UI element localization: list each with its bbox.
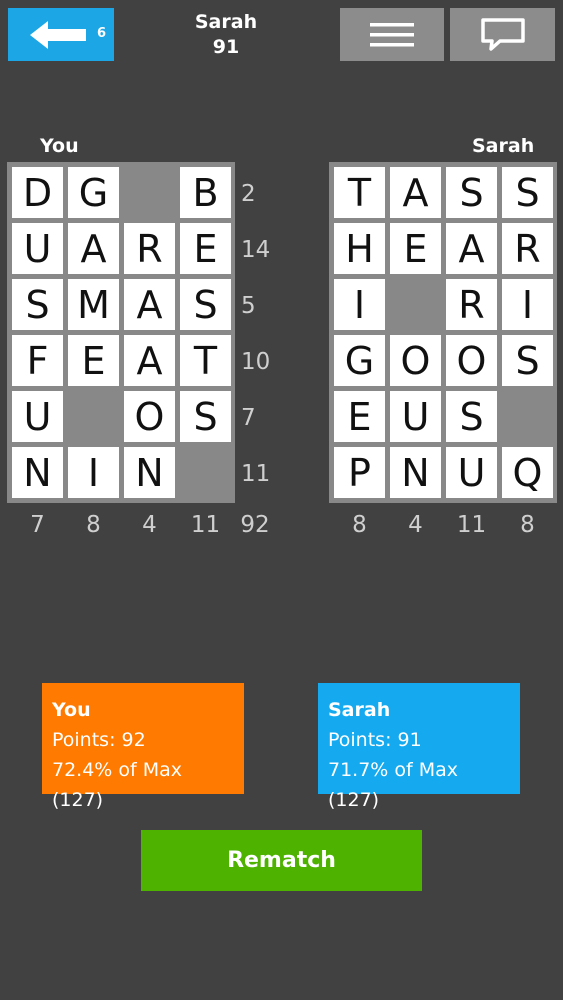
letter-tile: D xyxy=(12,167,63,218)
you-result-percent: 72.4% of Max (127) xyxy=(52,759,183,811)
empty-cell xyxy=(180,447,231,498)
arrow-left-icon xyxy=(30,20,86,49)
letter-tile: E xyxy=(334,391,385,442)
letter-tile: R xyxy=(446,279,497,330)
letter-tile: I xyxy=(334,279,385,330)
letter-tile: U xyxy=(446,447,497,498)
letter-tile: S xyxy=(12,279,63,330)
menu-button[interactable] xyxy=(340,8,444,61)
opponent-board-label: Sarah xyxy=(472,135,535,157)
letter-tile: A xyxy=(446,223,497,274)
letter-tile: T xyxy=(334,167,385,218)
chat-button[interactable] xyxy=(450,8,555,61)
letter-tile: E xyxy=(180,223,231,274)
back-badge: 6 xyxy=(96,26,106,41)
letter-tile: A xyxy=(124,335,175,386)
letter-tile: H xyxy=(334,223,385,274)
letter-tile: M xyxy=(68,279,119,330)
chat-bubble-icon xyxy=(480,17,525,51)
opponent-result-points: Points: 91 xyxy=(328,729,422,751)
row-score: 2 xyxy=(241,181,256,207)
opponent-result-percent: 71.7% of Max (127) xyxy=(328,759,459,811)
column-score: 7 xyxy=(30,512,45,538)
letter-tile: U xyxy=(12,223,63,274)
you-total-score: 92 xyxy=(240,512,270,538)
letter-tile: A xyxy=(390,167,441,218)
column-score: 8 xyxy=(520,512,535,538)
letter-tile: E xyxy=(390,223,441,274)
letter-tile: N xyxy=(124,447,175,498)
letter-tile: O xyxy=(390,335,441,386)
letter-tile: N xyxy=(390,447,441,498)
row-score: 10 xyxy=(241,349,271,375)
column-score: 8 xyxy=(352,512,367,538)
empty-cell xyxy=(124,167,175,218)
back-button[interactable]: 6 xyxy=(8,8,114,61)
letter-tile: G xyxy=(68,167,119,218)
you-result-card: You Points: 92 72.4% of Max (127) xyxy=(42,683,244,811)
row-score: 7 xyxy=(241,405,256,431)
letter-tile: I xyxy=(68,447,119,498)
row-score: 5 xyxy=(241,293,256,319)
you-board-label: You xyxy=(40,135,79,157)
letter-tile: Q xyxy=(502,447,553,498)
column-score: 11 xyxy=(456,512,487,538)
opponent-board: TASSHEARIRIGOOSEUSPNUQ xyxy=(329,162,557,503)
letter-tile: S xyxy=(502,335,553,386)
row-score: 14 xyxy=(241,237,271,263)
letter-tile: R xyxy=(124,223,175,274)
letter-tile: U xyxy=(12,391,63,442)
letter-tile: G xyxy=(334,335,385,386)
opponent-result-card: Sarah Points: 91 71.7% of Max (127) xyxy=(318,683,520,811)
rematch-button[interactable]: Rematch xyxy=(141,830,422,891)
letter-tile: I xyxy=(502,279,553,330)
opponent-name: Sarah xyxy=(194,11,258,33)
letter-tile: R xyxy=(502,223,553,274)
opponent-score: 91 xyxy=(212,36,240,58)
letter-tile: O xyxy=(446,335,497,386)
letter-tile: S xyxy=(502,167,553,218)
letter-tile: T xyxy=(180,335,231,386)
letter-tile: O xyxy=(124,391,175,442)
empty-cell xyxy=(390,279,441,330)
column-score: 11 xyxy=(190,512,221,538)
letter-tile: U xyxy=(390,391,441,442)
column-score: 8 xyxy=(86,512,101,538)
letter-tile: S xyxy=(446,391,497,442)
column-score: 4 xyxy=(142,512,157,538)
column-score: 4 xyxy=(408,512,423,538)
empty-cell xyxy=(502,391,553,442)
letter-tile: A xyxy=(124,279,175,330)
letter-tile: E xyxy=(68,335,119,386)
letter-tile: F xyxy=(12,335,63,386)
letter-tile: S xyxy=(180,279,231,330)
letter-tile: A xyxy=(68,223,119,274)
you-result-points: Points: 92 xyxy=(52,729,146,751)
letter-tile: S xyxy=(180,391,231,442)
letter-tile: N xyxy=(12,447,63,498)
hamburger-menu-icon xyxy=(370,22,414,46)
you-board: DGBUARESMASFEATUOSNIN xyxy=(7,162,235,503)
opponent-result-name: Sarah xyxy=(328,699,391,721)
letter-tile: B xyxy=(180,167,231,218)
letter-tile: S xyxy=(446,167,497,218)
empty-cell xyxy=(68,391,119,442)
you-result-name: You xyxy=(52,699,91,721)
row-score: 11 xyxy=(241,461,271,487)
letter-tile: P xyxy=(334,447,385,498)
opponent-header: Sarah 91 xyxy=(170,10,282,60)
